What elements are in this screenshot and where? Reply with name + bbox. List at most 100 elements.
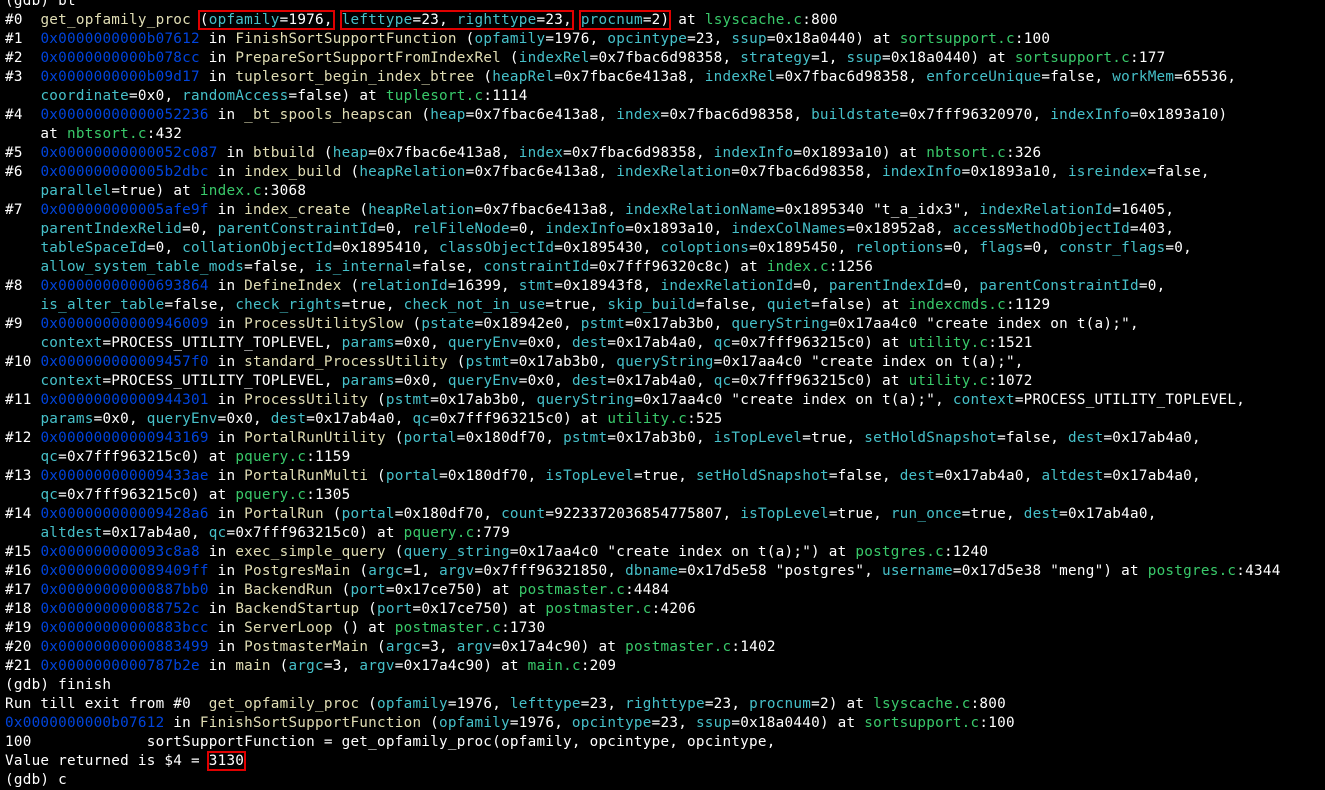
param-name: ssup — [731, 31, 767, 47]
terminal-line: #7 0x000000000005afe9f in index_create (… — [5, 201, 1325, 220]
param-name: count — [501, 506, 546, 522]
function-name: btbuild — [253, 145, 316, 161]
text-segment: ( — [385, 430, 404, 446]
text-segment — [5, 487, 40, 503]
param-name: context — [40, 373, 103, 389]
text-segment: :1159 — [306, 449, 351, 465]
text-segment: in — [208, 164, 245, 180]
text-segment: =0x7fff96320c8c) at — [589, 259, 767, 275]
terminal-line: parallel=true) at index.c:3068 — [5, 182, 1325, 201]
gdb-terminal[interactable]: (gdb) bt #0 get_opfamily_proc (opfamily=1… — [0, 0, 1325, 788]
terminal-line: context=PROCESS_UTILITY_TOPLEVEL, params… — [5, 372, 1325, 391]
param-name: run_once — [890, 506, 962, 522]
param-name: indexRelationId — [979, 202, 1113, 218]
highlight-box: 3130 — [206, 751, 247, 771]
text-segment: =0x0, — [394, 373, 448, 389]
text-segment: ( — [368, 468, 386, 484]
text-segment: #17 — [5, 582, 41, 598]
terminal-line: #1 0x0000000000b07612 in FinishSortSuppo… — [5, 30, 1325, 49]
text-segment: in — [208, 639, 245, 655]
param-name: constraintId — [483, 259, 590, 275]
text-segment: =23, — [412, 12, 457, 28]
frame-address: 0x000000000005b2dbc — [40, 164, 209, 180]
text-segment: ( — [350, 202, 369, 218]
param-name: dest — [1023, 506, 1060, 522]
param-name: ssup — [846, 50, 882, 66]
text-segment: =3, — [421, 639, 457, 655]
param-name: argc — [368, 563, 404, 579]
param-name: indexInfo — [1050, 107, 1130, 123]
source-file: postgres.c — [1147, 563, 1237, 579]
text-segment: =1976, — [447, 696, 510, 712]
terminal-line: is_alter_table=false, check_rights=true,… — [5, 296, 1325, 315]
text-segment: ( — [421, 715, 440, 731]
terminal-line: allow_system_table_mods=false, is_intern… — [5, 258, 1325, 277]
text-segment: =0x17ce750) at — [385, 582, 519, 598]
text-segment: #7 — [5, 202, 41, 218]
param-name: parentConstraintId — [217, 221, 378, 237]
text-segment: =true, — [828, 506, 891, 522]
param-name: opcintype — [607, 31, 688, 47]
text-segment: 3130 — [208, 753, 245, 769]
frame-address: 0x00000000000887bb0 — [40, 582, 209, 598]
param-name: skip_build — [607, 297, 696, 313]
param-name: portal — [385, 468, 440, 484]
text-segment: #15 — [5, 544, 41, 560]
text-segment: :1240 — [943, 544, 989, 560]
param-name: parentConstraintId — [979, 278, 1139, 294]
text-segment: in — [199, 50, 236, 66]
text-segment: =0x17ab4a0, — [935, 468, 1042, 484]
terminal-line: 100 sortSupportFunction = get_opfamily_p… — [5, 733, 1325, 752]
param-name: indexRel — [518, 50, 590, 66]
text-segment: =0x17aa4c0 "create index on t(a);") at — [509, 544, 856, 560]
param-name: classObjectId — [439, 240, 555, 256]
source-file: indexcmds.c — [908, 297, 1007, 313]
param-name: accessMethodObjectId — [952, 221, 1130, 237]
terminal-line: #0 get_opfamily_proc (opfamily=1976, lef… — [5, 10, 1325, 30]
text-segment: =0x7fff963215c0) at — [430, 411, 608, 427]
terminal-line: qc=0x7fff963215c0) at pquery.c:1159 — [5, 448, 1325, 467]
source-file: tuplesort.c — [385, 88, 484, 104]
terminal-line: coordinate=0x0, randomAccess=false) at t… — [5, 87, 1325, 106]
param-name: indexRelationId — [660, 278, 794, 294]
text-segment: =0x7fbac6d98358, — [589, 50, 741, 66]
source-file: pquery.c — [403, 525, 475, 541]
param-name: lefttype — [509, 696, 581, 712]
param-name: buildstate — [811, 107, 900, 123]
text-segment: :4484 — [625, 582, 670, 598]
frame-address: 0x0000000000b07612 — [40, 31, 200, 47]
text-segment: Run till exit from #0 — [5, 696, 209, 712]
text-segment: =true, — [961, 506, 1024, 522]
terminal-line: #4 0x00000000000052236 in _bt_spools_hea… — [5, 106, 1325, 125]
source-file: utility.c — [908, 335, 989, 351]
param-name: qc — [412, 411, 431, 427]
text-segment: =0x7fff963215c0) at — [58, 449, 236, 465]
param-name: opcintype — [571, 715, 652, 731]
terminal-line: 0x0000000000b07612 in FinishSortSupportF… — [5, 714, 1325, 733]
param-name: pstate — [421, 316, 475, 332]
terminal-line: altdest=0x17ab4a0, qc=0x7fff963215c0) at… — [5, 524, 1325, 543]
text-segment: ( — [385, 544, 404, 560]
text-segment: =0, — [509, 221, 546, 237]
text-segment: =false, — [828, 468, 900, 484]
function-name: PortalRunMulti — [244, 468, 369, 484]
param-name: opfamily — [208, 12, 280, 28]
terminal-line: (gdb) finish — [5, 676, 1325, 695]
terminal-line: Value returned is $4 = 3130 — [5, 751, 1325, 771]
terminal-line: params=0x0, queryEnv=0x0, dest=0x17ab4a0… — [5, 410, 1325, 429]
text-segment: =0x17ab4a0, — [102, 525, 209, 541]
text-segment: :326 — [1005, 145, 1042, 161]
param-name: coordinate — [40, 88, 130, 104]
param-name: procnum — [749, 696, 812, 712]
text-segment: =false, — [997, 430, 1069, 446]
frame-address: 0x000000000088752c — [40, 601, 200, 617]
text-segment: =true, — [341, 297, 404, 313]
text-segment: in — [208, 316, 245, 332]
text-segment: =0x17a4c90) at — [394, 658, 528, 674]
text-segment: ( — [359, 601, 378, 617]
text-segment: =0x18942e0, — [474, 316, 581, 332]
param-name: constr_flags — [1059, 240, 1166, 256]
terminal-line: at nbtsort.c:432 — [5, 125, 1325, 144]
param-name: check_not_in_use — [403, 297, 546, 313]
text-segment: =0x17d5e38 "meng") at — [952, 563, 1148, 579]
